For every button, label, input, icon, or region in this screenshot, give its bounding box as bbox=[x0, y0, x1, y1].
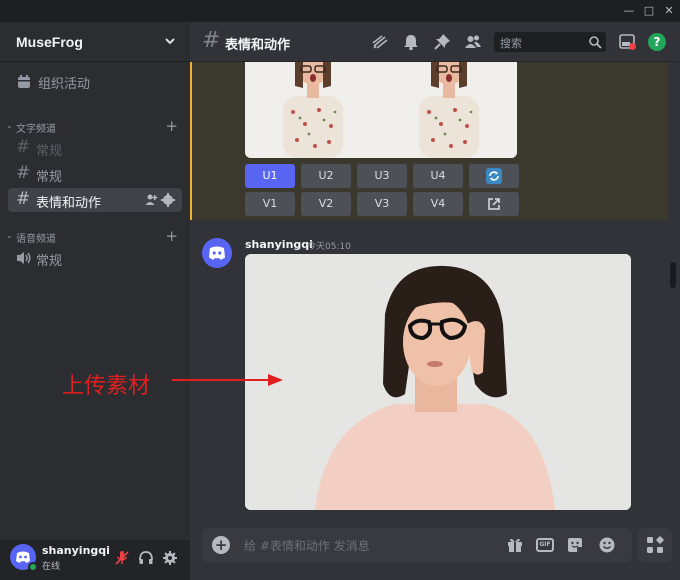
avatar[interactable] bbox=[202, 238, 232, 268]
search-icon bbox=[589, 36, 602, 49]
emoji-icon[interactable] bbox=[598, 536, 616, 554]
category-text-channels[interactable]: ⌄ 文字频道 + bbox=[4, 117, 184, 135]
generated-image-grid[interactable] bbox=[245, 62, 517, 158]
calendar-icon bbox=[18, 75, 30, 88]
voice-channel-general[interactable]: 常规 bbox=[8, 246, 182, 270]
variation-1-button[interactable]: V1 bbox=[245, 192, 295, 216]
discord-logo-icon bbox=[209, 246, 225, 260]
events-item[interactable]: 组织活动 bbox=[8, 70, 182, 94]
variation-3-button[interactable]: V3 bbox=[357, 192, 407, 216]
server-header[interactable]: MuseFrog bbox=[0, 22, 190, 62]
speaker-icon bbox=[17, 252, 31, 264]
sticker-icon[interactable] bbox=[566, 536, 584, 554]
caret-down-icon: ⌄ bbox=[6, 121, 13, 130]
category-label: 语音频道 bbox=[16, 234, 56, 245]
gif-button[interactable]: GIF bbox=[536, 538, 554, 552]
member-list-icon[interactable] bbox=[464, 33, 482, 51]
category-voice-channels[interactable]: ⌄ 语音频道 + bbox=[4, 227, 184, 245]
message-composer[interactable]: + 给 #表情和动作 发消息 GIF bbox=[202, 528, 632, 562]
channel-item-general-muted[interactable]: # 常规 bbox=[8, 136, 182, 160]
apps-button[interactable] bbox=[638, 528, 672, 562]
woman-with-glasses-image bbox=[245, 254, 631, 510]
username: shanyingqi bbox=[42, 544, 110, 557]
inbox-icon[interactable] bbox=[618, 33, 636, 51]
close-button[interactable]: ✕ bbox=[660, 2, 678, 20]
pin-icon[interactable] bbox=[433, 33, 451, 51]
upscale-1-button[interactable]: U1 bbox=[245, 164, 295, 188]
create-channel-icon[interactable]: + bbox=[165, 117, 178, 135]
online-status-dot bbox=[28, 562, 38, 572]
avatar[interactable] bbox=[10, 544, 38, 572]
user-panel: shanyingqi 在线 bbox=[0, 540, 190, 580]
hash-icon: # bbox=[16, 189, 31, 209]
message-list: U1 U2 U3 U4 V1 V2 V3 V4 shanyingqi 今天05:… bbox=[190, 62, 680, 520]
message-timestamp: 今天05:10 bbox=[307, 242, 351, 252]
title-bar: — □ ✕ bbox=[0, 0, 680, 22]
channel-sidebar: MuseFrog 组织活动 ⌄ 文字频道 + # 常规 # 常规 # 表情和动作 bbox=[0, 22, 190, 580]
server-name: MuseFrog bbox=[16, 34, 83, 50]
create-channel-icon[interactable]: + bbox=[165, 227, 178, 245]
mention-highlight-message: U1 U2 U3 U4 V1 V2 V3 V4 bbox=[190, 62, 668, 220]
invite-icon bbox=[145, 194, 158, 205]
hash-icon: # bbox=[202, 28, 221, 53]
gear-icon[interactable] bbox=[162, 550, 178, 566]
upscale-4-button[interactable]: U4 bbox=[413, 164, 463, 188]
channel-label: 常规 bbox=[36, 170, 63, 185]
caret-down-icon: ⌄ bbox=[6, 231, 13, 240]
message-input-placeholder: 给 #表情和动作 发消息 bbox=[244, 539, 370, 553]
mute-mic-icon[interactable] bbox=[114, 550, 130, 566]
apps-grid-icon bbox=[647, 536, 664, 553]
channel-title: 表情和动作 bbox=[225, 38, 291, 53]
upscale-2-button[interactable]: U2 bbox=[301, 164, 351, 188]
events-label: 组织活动 bbox=[38, 77, 91, 92]
hash-icon: # bbox=[16, 163, 31, 183]
attach-plus-icon[interactable]: + bbox=[212, 536, 230, 554]
headphones-icon[interactable] bbox=[138, 550, 154, 566]
open-link-button[interactable] bbox=[469, 192, 519, 216]
woman-floral-dress-image bbox=[245, 62, 517, 158]
channel-item-expressions[interactable]: # 表情和动作 bbox=[8, 188, 182, 212]
threads-icon[interactable] bbox=[371, 33, 389, 51]
search-input[interactable]: 搜索 bbox=[494, 32, 606, 52]
maximize-button[interactable]: □ bbox=[640, 2, 658, 20]
message-author[interactable]: shanyingqi bbox=[245, 238, 313, 251]
channel-label: 常规 bbox=[36, 254, 63, 269]
bell-icon[interactable] bbox=[402, 33, 420, 51]
search-placeholder: 搜索 bbox=[500, 37, 522, 50]
user-status: 在线 bbox=[42, 562, 61, 572]
scrollbar-thumb[interactable] bbox=[670, 262, 676, 288]
gift-icon[interactable] bbox=[506, 536, 524, 554]
channel-label: 表情和动作 bbox=[36, 196, 102, 211]
help-icon[interactable]: ? bbox=[648, 33, 666, 51]
external-link-icon bbox=[488, 198, 500, 210]
reroll-button[interactable] bbox=[469, 164, 519, 188]
hash-icon: # bbox=[16, 137, 31, 157]
uploaded-photo[interactable] bbox=[245, 254, 631, 510]
category-label: 文字频道 bbox=[16, 124, 56, 135]
chevron-down-icon bbox=[165, 38, 175, 45]
channel-settings-icons[interactable] bbox=[144, 192, 176, 208]
annotation-label: 上传素材 bbox=[62, 374, 151, 399]
minimize-button[interactable]: — bbox=[620, 2, 638, 20]
upscale-3-button[interactable]: U3 bbox=[357, 164, 407, 188]
discord-window: — □ ✕ MuseFrog 组织活动 ⌄ 文字频道 + # 常规 # 常规 #… bbox=[0, 0, 680, 580]
channel-label: 常规 bbox=[36, 144, 63, 159]
channel-header: # 表情和动作 搜索 ? bbox=[190, 22, 680, 62]
annotation-arrow-icon bbox=[172, 374, 283, 386]
variation-4-button[interactable]: V4 bbox=[413, 192, 463, 216]
gear-icon bbox=[161, 193, 175, 207]
channel-item-general[interactable]: # 常规 bbox=[8, 162, 182, 186]
chat-area: # 表情和动作 搜索 ? U1 U2 U3 U4 V1 V2 V3 V4 sha… bbox=[190, 22, 680, 580]
refresh-icon bbox=[486, 168, 502, 184]
variation-2-button[interactable]: V2 bbox=[301, 192, 351, 216]
